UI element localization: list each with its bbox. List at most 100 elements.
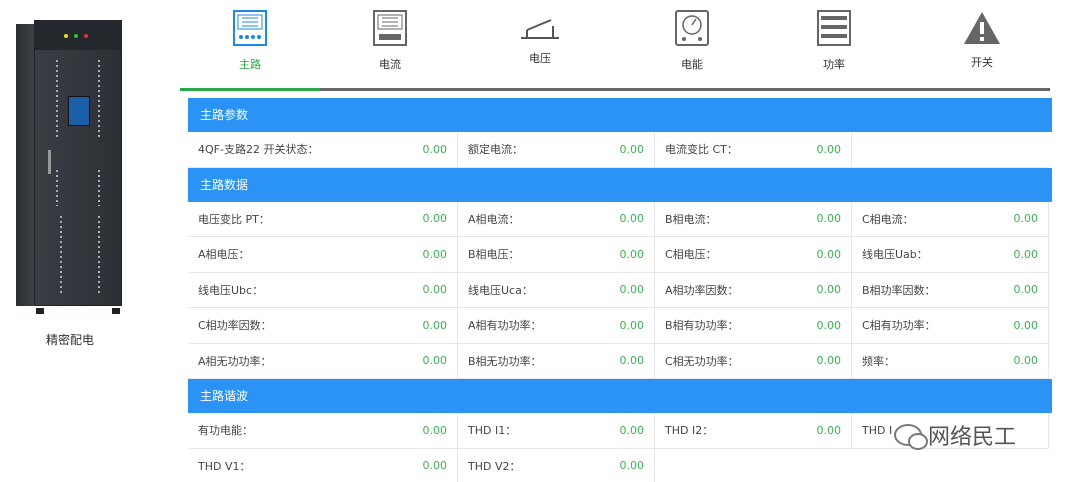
- cell-label: B相电压：: [468, 248, 520, 262]
- data-cell: C相有功功率： 0.00: [852, 308, 1049, 344]
- cell-label: THD I1：: [468, 424, 517, 438]
- data-cell: 额定电流： 0.00: [458, 132, 655, 168]
- list-bars-icon: [817, 10, 851, 46]
- cell-label: 电流变比 CT：: [665, 143, 738, 157]
- wechat-icon: [894, 424, 928, 450]
- cabinet-image: [16, 20, 124, 314]
- cell-value: 0.00: [619, 354, 645, 368]
- data-cell: 电流变比 CT： 0.00: [655, 132, 852, 168]
- grid-panel-icon: [233, 10, 267, 46]
- data-cell: A相电压： 0.00: [188, 237, 458, 273]
- switch-lever-icon: [521, 19, 559, 39]
- data-cell: B相电流： 0.00: [655, 201, 852, 237]
- data-cell: 线电压Ubc： 0.00: [188, 272, 458, 308]
- data-cell: C相电压： 0.00: [655, 237, 852, 273]
- cell-label: THD I2：: [665, 424, 714, 438]
- cell-label: 线电压Uab：: [862, 248, 928, 262]
- cell-label: C相电压：: [665, 248, 717, 262]
- section-header-data: 主路数据: [188, 167, 1052, 202]
- cell-label: C相无功功率：: [665, 354, 739, 368]
- cell-value: 0.00: [619, 423, 645, 437]
- cell-value: 0.00: [1013, 318, 1039, 332]
- cell-value: 0.00: [816, 212, 842, 226]
- tab-label: 电压: [529, 52, 551, 65]
- tab-main-circuit[interactable]: 主路: [180, 0, 320, 90]
- cell-value: 0.00: [422, 283, 448, 297]
- cell-value: 0.00: [1013, 354, 1039, 368]
- data-grid: 电压变比 PT： 0.00 A相电流： 0.00 B相电流： 0.00 C相电流： 0.…: [188, 201, 1052, 379]
- active-tab-indicator: [180, 88, 320, 91]
- cell-label: 额定电流：: [468, 143, 523, 157]
- section-header-harmonics: 主路谐波: [188, 379, 1052, 413]
- tab-label: 电流: [379, 58, 401, 71]
- data-cell: B相功率因数： 0.00: [852, 272, 1049, 308]
- data-cell: B相无功功率： 0.00: [458, 343, 655, 379]
- cell-value: 0.00: [816, 283, 842, 297]
- cell-value: 0.00: [422, 423, 448, 437]
- cell-label: A相功率因数：: [665, 283, 739, 297]
- cell-value: 0.00: [1013, 212, 1039, 226]
- data-cell: THD I1： 0.00: [458, 413, 655, 449]
- cell-value: 0.00: [422, 142, 448, 156]
- cell-label: THD V2：: [468, 459, 521, 473]
- tab-voltage[interactable]: 电压: [470, 0, 610, 90]
- tab-label: 电能: [681, 58, 703, 71]
- cell-value: 0.00: [619, 247, 645, 261]
- cell-value: 0.00: [816, 354, 842, 368]
- cell-value: 0.00: [1013, 283, 1039, 297]
- tab-current[interactable]: 电流: [320, 0, 460, 90]
- top-nav: 主路 电流 电压 电能 功率 开关: [180, 0, 1080, 92]
- cell-value: 0.00: [816, 142, 842, 156]
- cell-label: C相功率因数：: [198, 319, 272, 333]
- data-cell: 电压变比 PT： 0.00: [188, 201, 458, 237]
- cell-label: 电压变比 PT：: [198, 212, 270, 226]
- data-cell: A相功率因数： 0.00: [655, 272, 852, 308]
- watermark: 网络民工: [894, 418, 1054, 452]
- data-cell: B相有功功率： 0.00: [655, 308, 852, 344]
- cell-label: A相电流：: [468, 212, 520, 226]
- data-cell: THD V1： 0.00: [188, 448, 458, 482]
- tab-energy[interactable]: 电能: [622, 0, 762, 90]
- cell-value: 0.00: [816, 423, 842, 437]
- cell-value: 0.00: [619, 212, 645, 226]
- data-cell: C相功率因数： 0.00: [188, 308, 458, 344]
- cell-label: B相功率因数：: [862, 283, 936, 297]
- warning-triangle-icon: [964, 12, 1000, 44]
- cell-value: 0.00: [422, 354, 448, 368]
- data-cell: THD V2： 0.00: [458, 448, 655, 482]
- cell-value: 0.00: [422, 247, 448, 261]
- tab-label: 开关: [971, 56, 993, 69]
- tab-power[interactable]: 功率: [764, 0, 904, 90]
- cell-value: 0.00: [816, 318, 842, 332]
- data-cell: A相无功功率： 0.00: [188, 343, 458, 379]
- tab-switch[interactable]: 开关: [912, 0, 1052, 90]
- section-header-params: 主路参数: [188, 98, 1052, 132]
- cell-label: B相电流：: [665, 212, 717, 226]
- data-cell: 频率： 0.00: [852, 343, 1049, 379]
- watermark-text: 网络民工: [928, 425, 1017, 450]
- cell-value: 0.00: [422, 212, 448, 226]
- cell-label: A相无功功率：: [198, 354, 272, 368]
- cell-label: B相有功功率：: [665, 319, 739, 333]
- cell-value: 0.00: [816, 247, 842, 261]
- cell-label: 有功电能：: [198, 424, 253, 438]
- data-cell: THD I2： 0.00: [655, 413, 852, 449]
- cell-value: 0.00: [422, 459, 448, 473]
- meter-gauge-icon: [675, 10, 709, 46]
- tab-label: 功率: [823, 58, 845, 71]
- cell-label: THD I: [862, 423, 893, 437]
- cell-label: A相有功功率：: [468, 319, 542, 333]
- cell-label: B相无功功率：: [468, 354, 542, 368]
- data-cell: C相无功功率： 0.00: [655, 343, 852, 379]
- data-cell: C相电流： 0.00: [852, 201, 1049, 237]
- params-grid: 4QF-支路22 开关状态： 0.00 额定电流： 0.00 电流变比 CT： …: [188, 132, 1052, 168]
- cell-value: 0.00: [619, 283, 645, 297]
- data-cell: 线电压Uab： 0.00: [852, 237, 1049, 273]
- cell-value: 0.00: [619, 459, 645, 473]
- data-cell: B相电压： 0.00: [458, 237, 655, 273]
- data-cell: 4QF-支路22 开关状态： 0.00: [188, 132, 458, 168]
- cell-label: A相电压：: [198, 248, 250, 262]
- cell-value: 0.00: [619, 142, 645, 156]
- data-cell: A相有功功率： 0.00: [458, 308, 655, 344]
- cell-label: 线电压Uca：: [468, 283, 533, 297]
